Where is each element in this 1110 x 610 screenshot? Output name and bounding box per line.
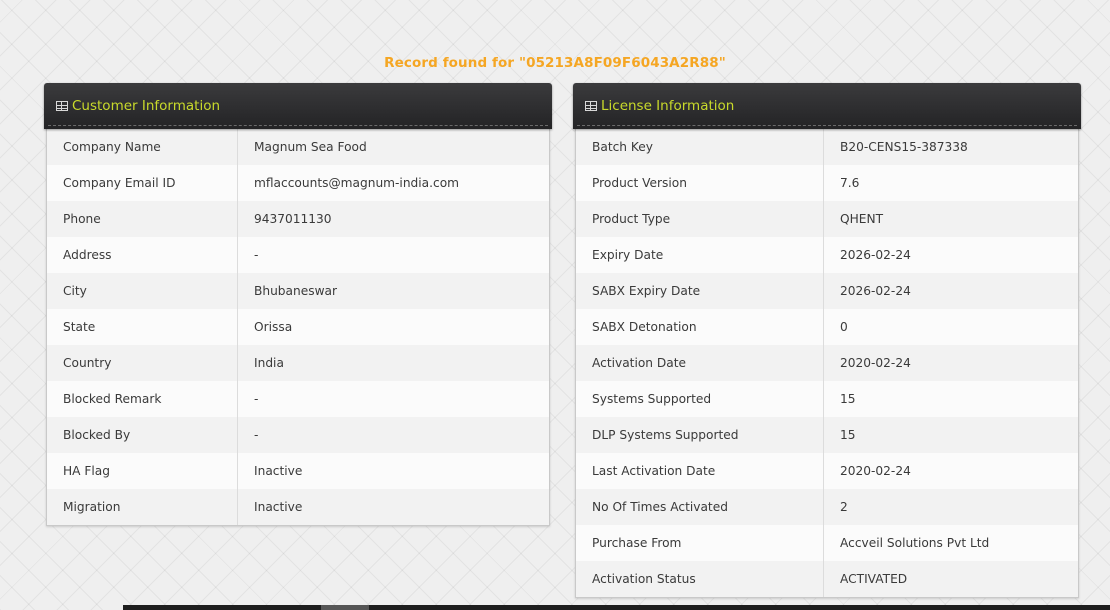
customer-panel-body: Company Name Magnum Sea Food Company Email…: [46, 129, 550, 526]
table-row: Product Type QHENT: [576, 201, 1078, 237]
row-label: Product Version: [576, 165, 824, 201]
customer-info-table: Company Name Magnum Sea Food Company Email…: [47, 129, 549, 525]
row-value: 9437011130: [237, 201, 549, 237]
table-row: Company Email ID mflaccounts@magnum-india…: [47, 165, 549, 201]
row-value: 2020-02-24: [823, 345, 1078, 381]
table-row: Last Activation Date 2020-02-24: [576, 453, 1078, 489]
table-row: SABX Detonation 0: [576, 309, 1078, 345]
table-row: No Of Times Activated 2: [576, 489, 1078, 525]
row-value: Inactive: [237, 453, 549, 489]
row-value: 15: [823, 417, 1078, 453]
row-label: Company Name: [47, 129, 238, 165]
customer-panel-title-text: Customer Information: [72, 98, 221, 114]
table-row: Phone 9437011130: [47, 201, 549, 237]
license-panel-title: License Information: [585, 98, 734, 114]
record-found-prefix: Record found for: [384, 55, 519, 71]
table-icon: [585, 101, 597, 111]
row-label: Batch Key: [576, 129, 824, 165]
row-value: 2026-02-24: [823, 273, 1078, 309]
row-label: SABX Expiry Date: [576, 273, 824, 309]
scrollbar-thumb[interactable]: [321, 605, 369, 610]
row-label: DLP Systems Supported: [576, 417, 824, 453]
row-value: 15: [823, 381, 1078, 417]
row-value: Magnum Sea Food: [237, 129, 549, 165]
row-label: Company Email ID: [47, 165, 238, 201]
row-value: 7.6: [823, 165, 1078, 201]
license-information-panel: License Information Batch Key B20-CENS15-…: [573, 83, 1081, 598]
record-found-message: Record found for "05213A8F09F6043A2R88": [0, 55, 1110, 71]
license-info-table: Batch Key B20-CENS15-387338 Product Versio…: [576, 129, 1078, 597]
row-label: City: [47, 273, 238, 309]
table-row: Blocked Remark -: [47, 381, 549, 417]
table-row: Activation Date 2020-02-24: [576, 345, 1078, 381]
table-row: Migration Inactive: [47, 489, 549, 525]
row-value: QHENT: [823, 201, 1078, 237]
row-value: Bhubaneswar: [237, 273, 549, 309]
table-row: DLP Systems Supported 15: [576, 417, 1078, 453]
row-value: Orissa: [237, 309, 549, 345]
table-row: SABX Expiry Date 2026-02-24: [576, 273, 1078, 309]
record-found-key: "05213A8F09F6043A2R88": [518, 55, 726, 71]
customer-panel-title: Customer Information: [56, 98, 220, 114]
row-value: India: [237, 345, 549, 381]
table-row: Systems Supported 15: [576, 381, 1078, 417]
table-row: City Bhubaneswar: [47, 273, 549, 309]
row-label: Activation Date: [576, 345, 824, 381]
row-value: -: [237, 381, 549, 417]
row-value: -: [237, 237, 549, 273]
table-row: State Orissa: [47, 309, 549, 345]
row-label: Blocked By: [47, 417, 238, 453]
row-value: ACTIVATED: [823, 561, 1078, 597]
table-row: Address -: [47, 237, 549, 273]
table-icon: [56, 101, 68, 111]
row-label: Blocked Remark: [47, 381, 238, 417]
table-row: HA Flag Inactive: [47, 453, 549, 489]
row-label: Migration: [47, 489, 238, 525]
license-panel-header: License Information: [573, 83, 1081, 129]
table-row: Blocked By -: [47, 417, 549, 453]
row-label: Activation Status: [576, 561, 824, 597]
license-panel-body: Batch Key B20-CENS15-387338 Product Versio…: [575, 129, 1079, 598]
row-value: Inactive: [237, 489, 549, 525]
table-row: Batch Key B20-CENS15-387338: [576, 129, 1078, 165]
table-row: Expiry Date 2026-02-24: [576, 237, 1078, 273]
row-label: SABX Detonation: [576, 309, 824, 345]
row-value: Accveil Solutions Pvt Ltd: [823, 525, 1078, 561]
row-label: No Of Times Activated: [576, 489, 824, 525]
license-panel-title-text: License Information: [601, 98, 735, 114]
row-label: State: [47, 309, 238, 345]
row-label: Purchase From: [576, 525, 824, 561]
customer-panel-header: Customer Information: [44, 83, 552, 129]
table-row: Purchase From Accveil Solutions Pvt Ltd: [576, 525, 1078, 561]
row-label: Phone: [47, 201, 238, 237]
customer-information-panel: Customer Information Company Name Magnum …: [44, 83, 552, 526]
row-value: mflaccounts@magnum-india.com: [237, 165, 549, 201]
table-row: Company Name Magnum Sea Food: [47, 129, 549, 165]
row-label: Country: [47, 345, 238, 381]
table-row: Activation Status ACTIVATED: [576, 561, 1078, 597]
row-value: 2020-02-24: [823, 453, 1078, 489]
row-label: Expiry Date: [576, 237, 824, 273]
row-label: Last Activation Date: [576, 453, 824, 489]
table-row: Country India: [47, 345, 549, 381]
table-row: Product Version 7.6: [576, 165, 1078, 201]
row-value: -: [237, 417, 549, 453]
row-value: 2026-02-24: [823, 237, 1078, 273]
row-value: B20-CENS15-387338: [823, 129, 1078, 165]
row-label: Systems Supported: [576, 381, 824, 417]
row-label: Product Type: [576, 201, 824, 237]
row-value: 0: [823, 309, 1078, 345]
row-label: HA Flag: [47, 453, 238, 489]
row-value: 2: [823, 489, 1078, 525]
row-label: Address: [47, 237, 238, 273]
horizontal-scrollbar[interactable]: [123, 605, 1110, 610]
